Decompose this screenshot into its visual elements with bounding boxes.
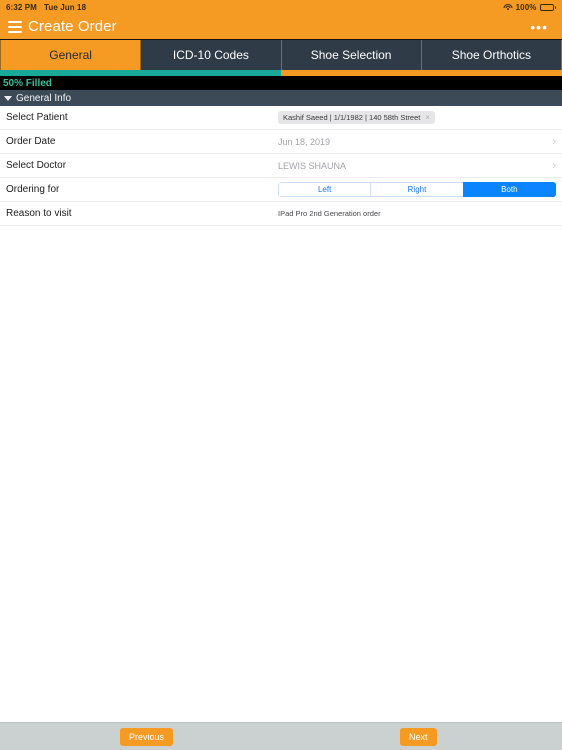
- previous-button[interactable]: Previous: [120, 727, 174, 746]
- reason-to-visit-label: Reason to visit: [6, 208, 72, 219]
- chevron-right-icon[interactable]: ›: [546, 160, 556, 172]
- progress-bar-fill: [0, 70, 281, 76]
- form-general-info: Select Patient Kashif Saeed | 1/1/1982 |…: [0, 106, 562, 722]
- form-row-order-date[interactable]: Order Date Jun 18, 2019 ›: [0, 130, 562, 154]
- tab-icd10-codes-label: ICD-10 Codes: [172, 48, 249, 62]
- patient-chip-remove-icon[interactable]: ×: [425, 113, 430, 122]
- form-row-ordering-for: Ordering for Left Right Both: [0, 178, 562, 202]
- status-bar: 6:32 PM Tue Jun 18 100%: [0, 0, 562, 14]
- caret-down-icon: [4, 95, 12, 101]
- wifi-icon: [503, 3, 513, 11]
- status-right-group: 100%: [503, 2, 556, 12]
- page-title: Create Order: [28, 18, 117, 35]
- battery-full-icon: [539, 3, 556, 11]
- hamburger-menu-icon[interactable]: [8, 20, 22, 33]
- progress-filled-label: 50% Filled: [3, 77, 52, 89]
- progress-bar: [0, 70, 562, 76]
- progress-status-bar: 50% Filled: [0, 76, 562, 90]
- form-row-reason-to-visit[interactable]: Reason to visit IPad Pro 2nd Generation …: [0, 202, 562, 226]
- form-row-select-patient[interactable]: Select Patient Kashif Saeed | 1/1/1982 |…: [0, 106, 562, 130]
- segment-both[interactable]: Both: [462, 182, 556, 197]
- patient-chip-label: Kashif Saeed | 1/1/1982 | 140 58th Stree…: [283, 113, 421, 122]
- reason-to-visit-value: IPad Pro 2nd Generation order: [278, 209, 381, 218]
- select-patient-label: Select Patient: [6, 112, 68, 123]
- patient-chip[interactable]: Kashif Saeed | 1/1/1982 | 140 58th Stree…: [278, 111, 436, 124]
- navigation-bar: Create Order •••: [0, 14, 562, 40]
- chevron-right-icon[interactable]: ›: [546, 136, 556, 148]
- ordering-for-segmented-control: Left Right Both: [278, 182, 556, 197]
- app-root: 6:32 PM Tue Jun 18 100% Create Order •••…: [0, 0, 562, 750]
- status-date: Tue Jun 18: [43, 2, 87, 12]
- more-options-icon[interactable]: •••: [524, 18, 554, 36]
- tab-shoe-orthotics[interactable]: Shoe Orthotics: [421, 40, 562, 70]
- tab-bar: General ICD-10 Codes Shoe Selection Shoe…: [0, 40, 562, 70]
- tab-shoe-selection[interactable]: Shoe Selection: [281, 40, 422, 70]
- segment-right[interactable]: Right: [370, 182, 463, 197]
- next-button[interactable]: Next: [400, 727, 437, 746]
- form-row-select-doctor[interactable]: Select Doctor LEWIS SHAUNA ›: [0, 154, 562, 178]
- order-date-value: Jun 18, 2019: [278, 136, 331, 147]
- status-time: 6:32 PM: [6, 2, 37, 12]
- select-doctor-value: LEWIS SHAUNA: [278, 160, 347, 171]
- ordering-for-label: Ordering for: [6, 184, 60, 195]
- bottom-toolbar: Previous Next: [0, 722, 562, 750]
- tab-shoe-orthotics-label: Shoe Orthotics: [451, 48, 532, 62]
- tab-shoe-selection-label: Shoe Selection: [310, 48, 392, 62]
- segment-left[interactable]: Left: [278, 182, 371, 197]
- section-header-general-info[interactable]: General Info: [0, 90, 562, 106]
- section-header-label: General Info: [16, 92, 72, 104]
- tab-general-label: General: [49, 48, 92, 62]
- select-doctor-label: Select Doctor: [6, 160, 67, 171]
- order-date-label: Order Date: [6, 136, 56, 147]
- battery-percent-label: 100%: [515, 2, 537, 12]
- tab-icd10-codes[interactable]: ICD-10 Codes: [141, 40, 282, 70]
- tab-general[interactable]: General: [0, 40, 142, 70]
